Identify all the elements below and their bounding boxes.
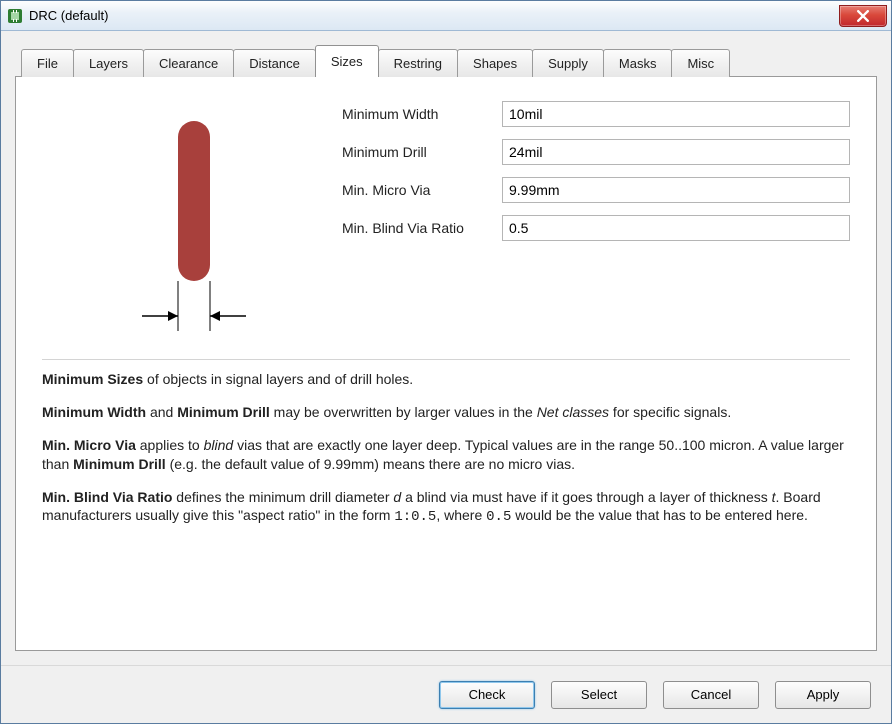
tab-layers[interactable]: Layers	[73, 49, 144, 77]
tab-label: Supply	[548, 56, 588, 71]
tabstrip: File Layers Clearance Distance Sizes Res…	[15, 45, 877, 77]
desc-text: may be overwritten by larger values in t…	[270, 404, 537, 420]
tab-label: Shapes	[473, 56, 517, 71]
select-button[interactable]: Select	[551, 681, 647, 709]
min-width-input[interactable]	[502, 101, 850, 127]
tab-panel-sizes: Minimum Width Minimum Drill Min. Micro V…	[15, 76, 877, 651]
width-illustration	[42, 101, 342, 341]
min-blind-via-ratio-input[interactable]	[502, 215, 850, 241]
desc-bold: Minimum Sizes	[42, 371, 143, 387]
desc-bold: Minimum Drill	[177, 404, 270, 420]
tab-label: Clearance	[159, 56, 218, 71]
min-blind-via-ratio-label: Min. Blind Via Ratio	[342, 220, 502, 236]
tab-label: Sizes	[331, 54, 363, 69]
tab-label: Masks	[619, 56, 657, 71]
sizes-form: Minimum Width Minimum Drill Min. Micro V…	[342, 101, 850, 341]
cancel-button[interactable]: Cancel	[663, 681, 759, 709]
tab-file[interactable]: File	[21, 49, 74, 77]
window-body: File Layers Clearance Distance Sizes Res…	[1, 31, 891, 665]
desc-text: (e.g. the default value of 9.99mm) means…	[166, 456, 575, 472]
tab-shapes[interactable]: Shapes	[457, 49, 533, 77]
close-button[interactable]	[839, 5, 887, 27]
app-icon	[7, 8, 23, 24]
desc-bold: Minimum Drill	[73, 456, 166, 472]
desc-mono: 0.5	[486, 509, 511, 525]
window-title: DRC (default)	[29, 8, 839, 23]
tab-label: Restring	[394, 56, 442, 71]
tab-clearance[interactable]: Clearance	[143, 49, 234, 77]
min-width-label: Minimum Width	[342, 106, 502, 122]
desc-text: of objects in signal layers and of drill…	[143, 371, 413, 387]
tab-label: File	[37, 56, 58, 71]
desc-text: a blind via must have if it goes through…	[401, 489, 771, 505]
desc-text: and	[146, 404, 177, 420]
tab-masks[interactable]: Masks	[603, 49, 673, 77]
separator	[42, 359, 850, 360]
description-text: Minimum Sizes of objects in signal layer…	[42, 370, 850, 541]
check-button[interactable]: Check	[439, 681, 535, 709]
desc-bold: Min. Blind Via Ratio	[42, 489, 172, 505]
apply-button[interactable]: Apply	[775, 681, 871, 709]
tab-label: Misc	[687, 56, 714, 71]
desc-text: would be the value that has to be entere…	[511, 507, 808, 523]
min-micro-via-label: Min. Micro Via	[342, 182, 502, 198]
drc-window: DRC (default) File Layers Clearance Dist…	[0, 0, 892, 724]
desc-text: applies to	[136, 437, 204, 453]
desc-text: defines the minimum drill diameter	[172, 489, 393, 505]
tab-misc[interactable]: Misc	[671, 49, 730, 77]
titlebar: DRC (default)	[1, 1, 891, 31]
tab-label: Layers	[89, 56, 128, 71]
tab-sizes[interactable]: Sizes	[315, 45, 379, 77]
desc-bold: Min. Micro Via	[42, 437, 136, 453]
min-micro-via-input[interactable]	[502, 177, 850, 203]
desc-text: , where	[436, 507, 486, 523]
desc-text: for specific signals.	[609, 404, 731, 420]
min-drill-label: Minimum Drill	[342, 144, 502, 160]
tab-distance[interactable]: Distance	[233, 49, 316, 77]
dialog-footer: Check Select Cancel Apply	[1, 665, 891, 723]
min-drill-input[interactable]	[502, 139, 850, 165]
desc-italic: blind	[204, 437, 234, 453]
desc-mono: 1:0.5	[394, 509, 436, 525]
desc-italic: Net classes	[537, 404, 609, 420]
desc-bold: Minimum Width	[42, 404, 146, 420]
tab-supply[interactable]: Supply	[532, 49, 604, 77]
tab-restring[interactable]: Restring	[378, 49, 458, 77]
tab-label: Distance	[249, 56, 300, 71]
